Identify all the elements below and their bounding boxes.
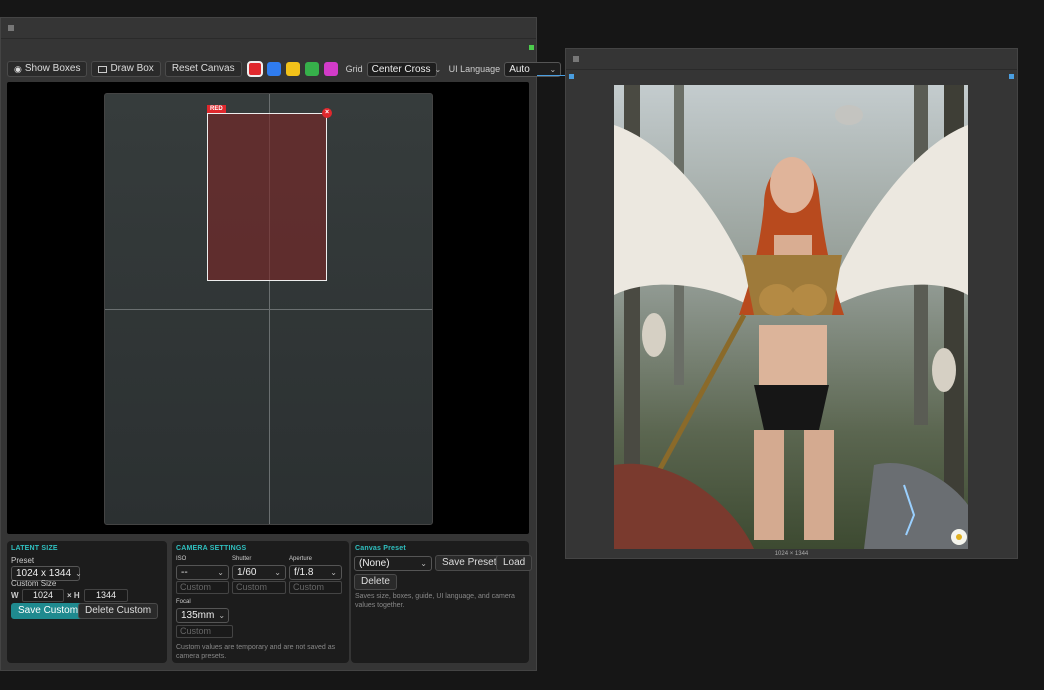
chevron-down-icon: ⌄ [330, 568, 337, 577]
camera-settings-note: Custom values are temporary and are not … [176, 644, 336, 660]
focal-label: Focal [176, 599, 191, 605]
save-preset-button[interactable]: Save Preset [435, 555, 504, 571]
color-swatch-blue[interactable] [266, 62, 281, 76]
output-slot-dot[interactable] [529, 45, 534, 50]
chevron-down-icon: ⌄ [549, 64, 557, 74]
shutter-label: Shutter [232, 556, 252, 562]
canvas-preset-panel: Canvas Preset (None) ⌄ Save Preset Load … [351, 541, 533, 663]
color-swatch-yellow[interactable] [285, 62, 300, 76]
color-swatch-green[interactable] [304, 62, 319, 76]
focal-select[interactable]: 135mm ⌄ [176, 608, 229, 623]
canvas-preset-select[interactable]: (None) ⌄ [354, 556, 432, 571]
region-box-red[interactable]: RED × [207, 105, 332, 281]
chevron-down-icon: ⌄ [434, 64, 442, 74]
output-slot-dot[interactable] [1009, 74, 1014, 79]
width-field[interactable]: 1024 [22, 589, 64, 602]
ui-language-label: UI Language [448, 64, 501, 74]
aperture-select[interactable]: f/1.8 ⌄ [289, 565, 342, 580]
input-slot-dot[interactable] [569, 74, 574, 79]
focal-custom-input[interactable]: Custom [176, 625, 233, 638]
chevron-down-icon: ⌄ [420, 559, 427, 568]
close-icon[interactable]: × [322, 108, 332, 118]
height-label: × H [67, 591, 80, 600]
color-swatch-red[interactable] [246, 61, 263, 77]
load-button[interactable]: Load [496, 555, 533, 571]
height-field[interactable]: 1344 [84, 589, 128, 602]
latent-size-panel: LATENT SIZE Preset 1024 x 1344 ⌄ Custom … [7, 541, 167, 663]
delete-custom-button[interactable]: Delete Custom [78, 603, 159, 619]
grid-label: Grid [345, 64, 363, 74]
node-collapse-dot[interactable] [573, 56, 579, 62]
chevron-down-icon: ⌄ [217, 568, 224, 577]
box-color-tag: RED [207, 105, 226, 113]
custom-size-label: Custom Size [11, 579, 57, 588]
latent-canvas[interactable]: RED × [104, 93, 433, 525]
draw-box-button[interactable]: Draw Box [91, 61, 161, 77]
color-swatch-magenta[interactable] [323, 62, 338, 76]
grid-select[interactable]: Center Cross ⌄ [366, 61, 441, 77]
iso-select[interactable]: -- ⌄ [176, 565, 229, 580]
eye-icon: ◉ [14, 64, 22, 74]
preview-image [614, 85, 968, 549]
delete-preset-button[interactable]: Delete [354, 574, 397, 590]
reset-canvas-button[interactable]: Reset Canvas [164, 61, 242, 77]
preview-node: 1024 × 1344 [565, 48, 1018, 559]
generated-image-illustration [614, 85, 968, 549]
image-size-caption: 1024 × 1344 [774, 551, 809, 557]
preset-label: Preset [11, 556, 35, 565]
camera-settings-panel: CAMERA SETTINGS ISO Shutter Aperture -- … [172, 541, 349, 663]
node-header-divider [1, 38, 536, 39]
iso-custom-input[interactable]: Custom [176, 581, 229, 594]
toolbar: ◉ Show Boxes Draw Box Reset Canvas Grid … [7, 60, 562, 78]
canvas-preset-note: Saves size, boxes, guide, UI language, a… [355, 593, 515, 609]
shutter-custom-input[interactable]: Custom [232, 581, 286, 594]
aperture-custom-input[interactable]: Custom [289, 581, 342, 594]
canvas-preset-title: Canvas Preset [355, 545, 406, 552]
show-boxes-button[interactable]: ◉ Show Boxes [7, 61, 88, 77]
canvas-area[interactable]: RED × [7, 82, 529, 534]
grid-center-horizontal [105, 309, 432, 310]
iso-label: ISO [176, 556, 187, 562]
chevron-down-icon: ⌄ [274, 568, 281, 577]
shutter-select[interactable]: 1/60 ⌄ [232, 565, 286, 580]
node-collapse-dot[interactable] [8, 25, 14, 31]
latent-size-title: LATENT SIZE [11, 545, 58, 552]
camera-settings-title: CAMERA SETTINGS [176, 545, 247, 552]
save-custom-button[interactable]: Save Custom [11, 603, 86, 619]
aperture-label: Aperture [289, 556, 313, 562]
node-header-divider [566, 69, 1017, 70]
chevron-down-icon: ⌄ [218, 611, 226, 620]
rectangle-icon [98, 65, 108, 73]
color-swatches [246, 61, 338, 77]
chevron-down-icon: ⌄ [75, 569, 82, 578]
width-label: W [11, 591, 19, 600]
